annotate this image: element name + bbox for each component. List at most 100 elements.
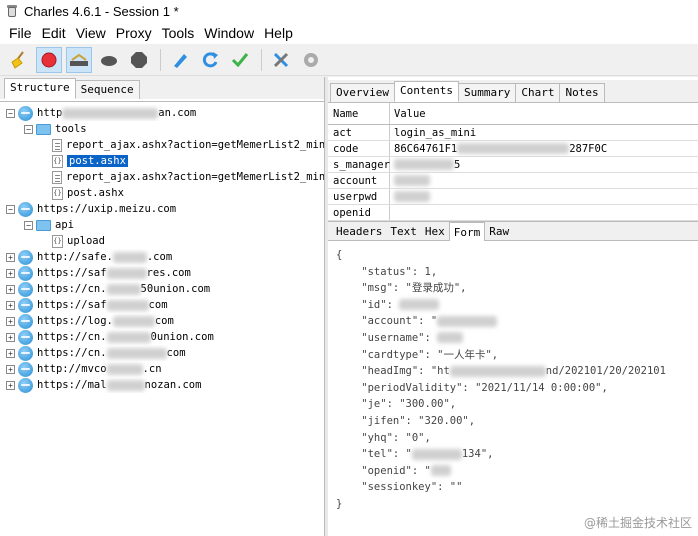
- stop-button[interactable]: [126, 47, 152, 73]
- expand-toggle[interactable]: +: [6, 268, 15, 278]
- collapse-toggle[interactable]: −: [6, 204, 15, 214]
- json-line: "openid": ": [336, 463, 698, 480]
- tree-folder[interactable]: − api: [0, 217, 324, 233]
- globe-icon: [18, 313, 33, 329]
- tab-text[interactable]: Text: [386, 222, 421, 241]
- json-line: "status": 1,: [336, 265, 438, 278]
- redacted: [106, 283, 141, 295]
- repeat-button[interactable]: [197, 47, 223, 73]
- throttle-button[interactable]: [66, 46, 92, 73]
- redacted: [437, 332, 464, 344]
- json-line: "sessionkey": "": [336, 481, 463, 494]
- folder-icon: [36, 123, 51, 135]
- collapse-toggle[interactable]: −: [6, 108, 15, 118]
- table-row[interactable]: userpwd: [328, 189, 698, 205]
- redacted: [112, 315, 155, 327]
- tab-notes[interactable]: Notes: [559, 83, 605, 102]
- tree-host[interactable]: + https://mal nozan.com: [0, 377, 324, 393]
- tab-sequence[interactable]: Sequence: [74, 80, 140, 99]
- expand-toggle[interactable]: +: [6, 316, 15, 326]
- throttle-icon: [70, 53, 88, 66]
- tree-host[interactable]: + https://cn. 50union.com: [0, 281, 324, 297]
- validate-button[interactable]: [227, 47, 253, 73]
- table-row[interactable]: openid: [328, 205, 698, 221]
- menu-help[interactable]: Help: [259, 25, 298, 41]
- redacted: [437, 315, 498, 327]
- tree-file[interactable]: report_ajax.ashx?action=getMemerList2_mi…: [0, 137, 324, 153]
- redacted: [106, 347, 167, 359]
- tools-button[interactable]: [268, 47, 294, 73]
- menu-tools[interactable]: Tools: [157, 25, 200, 41]
- globe-icon: [18, 329, 33, 345]
- clear-session-button[interactable]: [6, 47, 32, 73]
- json-line: "yhq": "0",: [336, 431, 431, 444]
- json-line: "tel": " 134",: [336, 448, 494, 461]
- tree-host[interactable]: + https://log. com: [0, 313, 324, 329]
- json-line: "je": "300.00",: [336, 398, 457, 411]
- globe-icon: [18, 345, 33, 361]
- collapse-toggle[interactable]: −: [24, 124, 33, 134]
- redacted: [457, 143, 570, 154]
- tab-hex[interactable]: Hex: [421, 222, 449, 241]
- table-row[interactable]: account: [328, 173, 698, 189]
- breakpoint-button[interactable]: [96, 47, 122, 73]
- settings-button[interactable]: [298, 47, 324, 73]
- menu-proxy[interactable]: Proxy: [111, 25, 157, 41]
- tree-host[interactable]: + https://saf res.com: [0, 265, 324, 281]
- table-row[interactable]: act login_as_mini: [328, 125, 698, 141]
- record-button[interactable]: [36, 46, 62, 73]
- tree-file[interactable]: report_ajax.ashx?action=getMemerList2_mi…: [0, 169, 324, 185]
- expand-toggle[interactable]: +: [6, 364, 15, 374]
- tree-folder[interactable]: − tools: [0, 121, 324, 137]
- tab-structure[interactable]: Structure: [4, 78, 76, 99]
- menu-view[interactable]: View: [71, 25, 111, 41]
- tree-file[interactable]: {} post.ashx: [0, 185, 324, 201]
- compose-button[interactable]: [167, 47, 193, 73]
- json-line: {: [336, 249, 343, 261]
- tab-form[interactable]: Form: [448, 221, 486, 241]
- globe-icon: [18, 265, 33, 281]
- pen-icon: [174, 53, 187, 68]
- tab-overview[interactable]: Overview: [330, 83, 395, 102]
- tools-icon: [273, 52, 289, 67]
- stop-icon: [131, 51, 147, 68]
- tree-host[interactable]: − http an.com: [0, 105, 324, 121]
- expand-toggle[interactable]: +: [6, 252, 15, 262]
- redacted: [106, 267, 147, 279]
- expand-toggle[interactable]: +: [6, 332, 15, 342]
- tree-host[interactable]: − https://uxip.meizu.com: [0, 201, 324, 217]
- menu-edit[interactable]: Edit: [37, 25, 71, 41]
- json-line: "id":: [336, 297, 698, 314]
- menu-window[interactable]: Window: [199, 25, 259, 41]
- table-row[interactable]: s_manager 5: [328, 157, 698, 173]
- globe-icon: [18, 249, 33, 265]
- tab-raw[interactable]: Raw: [485, 222, 513, 241]
- json-line: "periodValidity": "2021/11/14 0:00:00",: [336, 381, 608, 394]
- watermark: @稀土掘金技术社区: [583, 516, 692, 531]
- collapse-toggle[interactable]: −: [24, 220, 33, 230]
- tree-host[interactable]: + http://safe. .com: [0, 249, 324, 265]
- expand-toggle[interactable]: +: [6, 380, 15, 390]
- tab-contents[interactable]: Contents: [393, 81, 459, 102]
- expand-toggle[interactable]: +: [6, 348, 15, 358]
- expand-toggle[interactable]: +: [6, 284, 15, 294]
- tree-host[interactable]: + http://mvco .cn: [0, 361, 324, 377]
- table-row[interactable]: code 86C64761F1 287F0C: [328, 141, 698, 157]
- toolbar-separator: [160, 48, 161, 71]
- tree-host[interactable]: + https://cn. 0union.com: [0, 329, 324, 345]
- tab-summary[interactable]: Summary: [457, 83, 517, 102]
- menu-file[interactable]: File: [4, 25, 37, 41]
- tree-file[interactable]: {} post.ashx: [0, 153, 324, 169]
- tree-host[interactable]: + https://saf com: [0, 297, 324, 313]
- tree-host[interactable]: + https://cn. com: [0, 345, 324, 361]
- tab-chart[interactable]: Chart: [515, 83, 561, 102]
- expand-toggle[interactable]: +: [6, 300, 15, 310]
- contents-panel: Overview Contents Summary Chart Notes Na…: [328, 77, 698, 536]
- tree-file[interactable]: {} upload: [0, 233, 324, 249]
- column-header-value[interactable]: Value: [390, 103, 698, 124]
- redacted: [112, 251, 147, 263]
- column-header-name[interactable]: Name: [328, 103, 390, 124]
- globe-icon: [18, 377, 33, 393]
- tab-headers[interactable]: Headers: [332, 222, 386, 241]
- json-line: "cardtype": "一人年卡",: [336, 348, 499, 361]
